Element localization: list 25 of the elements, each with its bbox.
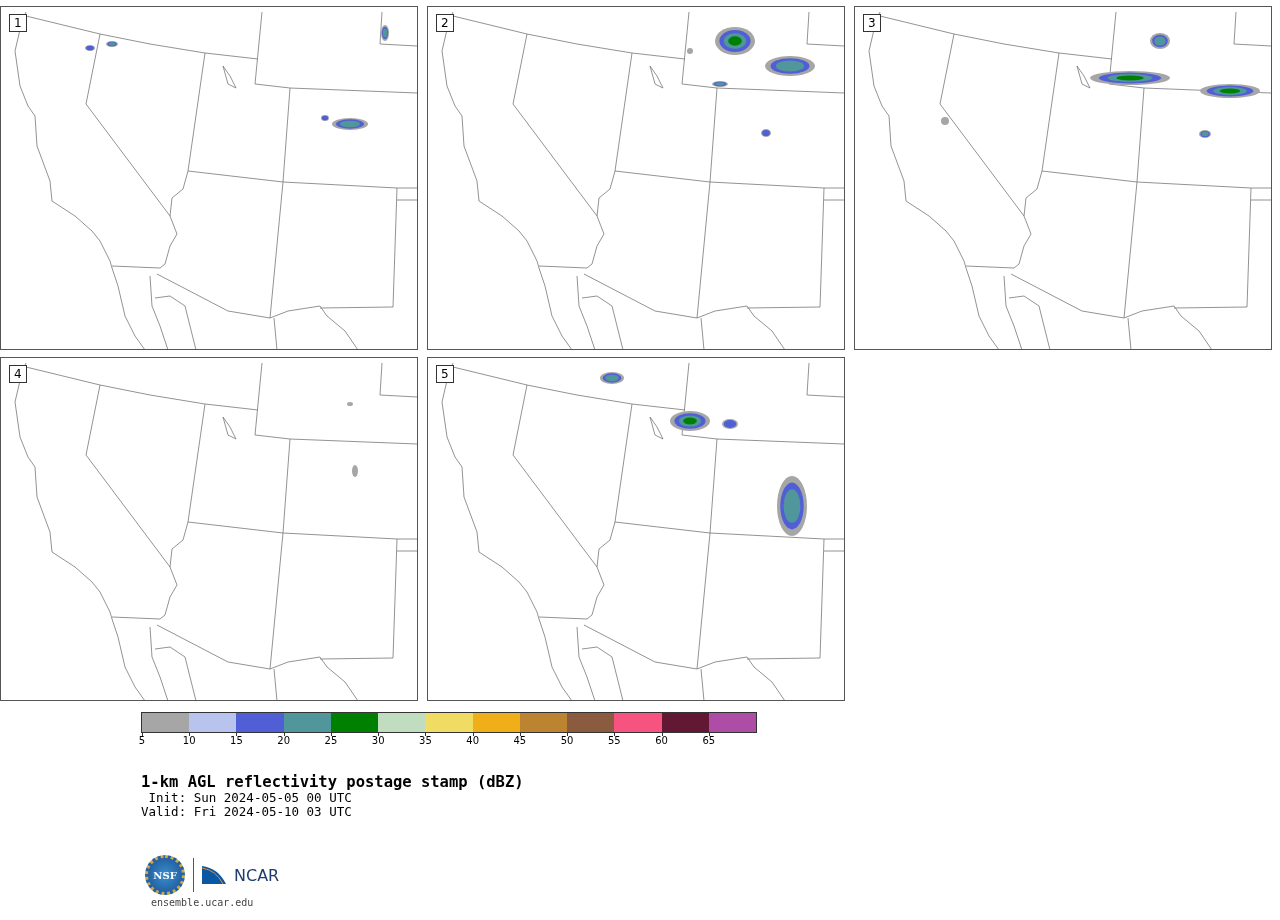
tick-label: 5	[138, 735, 146, 746]
ncar-logo-text: NCAR	[234, 865, 280, 885]
website-url: ensemble.ucar.edu	[151, 897, 255, 908]
panel-label: 2	[436, 14, 454, 32]
tick-label: 40	[466, 735, 479, 746]
tick-label: 15	[230, 735, 243, 746]
swoosh-icon	[202, 866, 226, 884]
nsf-logo: NSF	[145, 855, 185, 895]
tick-label: 60	[655, 735, 668, 746]
panel-label: 4	[9, 365, 27, 383]
tick-label: 55	[608, 735, 621, 746]
panel-label: 1	[9, 14, 27, 32]
init-time: Init: Sun 2024-05-05 00 UTC	[147, 791, 353, 805]
tick-label: 20	[277, 735, 291, 746]
tick-label: 35	[419, 735, 432, 746]
valid-time: Valid: Fri 2024-05-10 03 UTC	[141, 805, 353, 819]
tick-label: 65	[702, 735, 716, 746]
chart-title: 1-km AGL reflectivity postage stamp (dBZ)	[141, 773, 525, 791]
tick-label: 50	[560, 735, 574, 746]
tick-label: 25	[324, 735, 338, 746]
panel-label: 3	[863, 14, 881, 32]
tick-label: 45	[513, 735, 527, 746]
tick-label: 30	[371, 735, 385, 746]
panel-label: 5	[436, 365, 454, 383]
tick-label: 10	[182, 735, 196, 746]
